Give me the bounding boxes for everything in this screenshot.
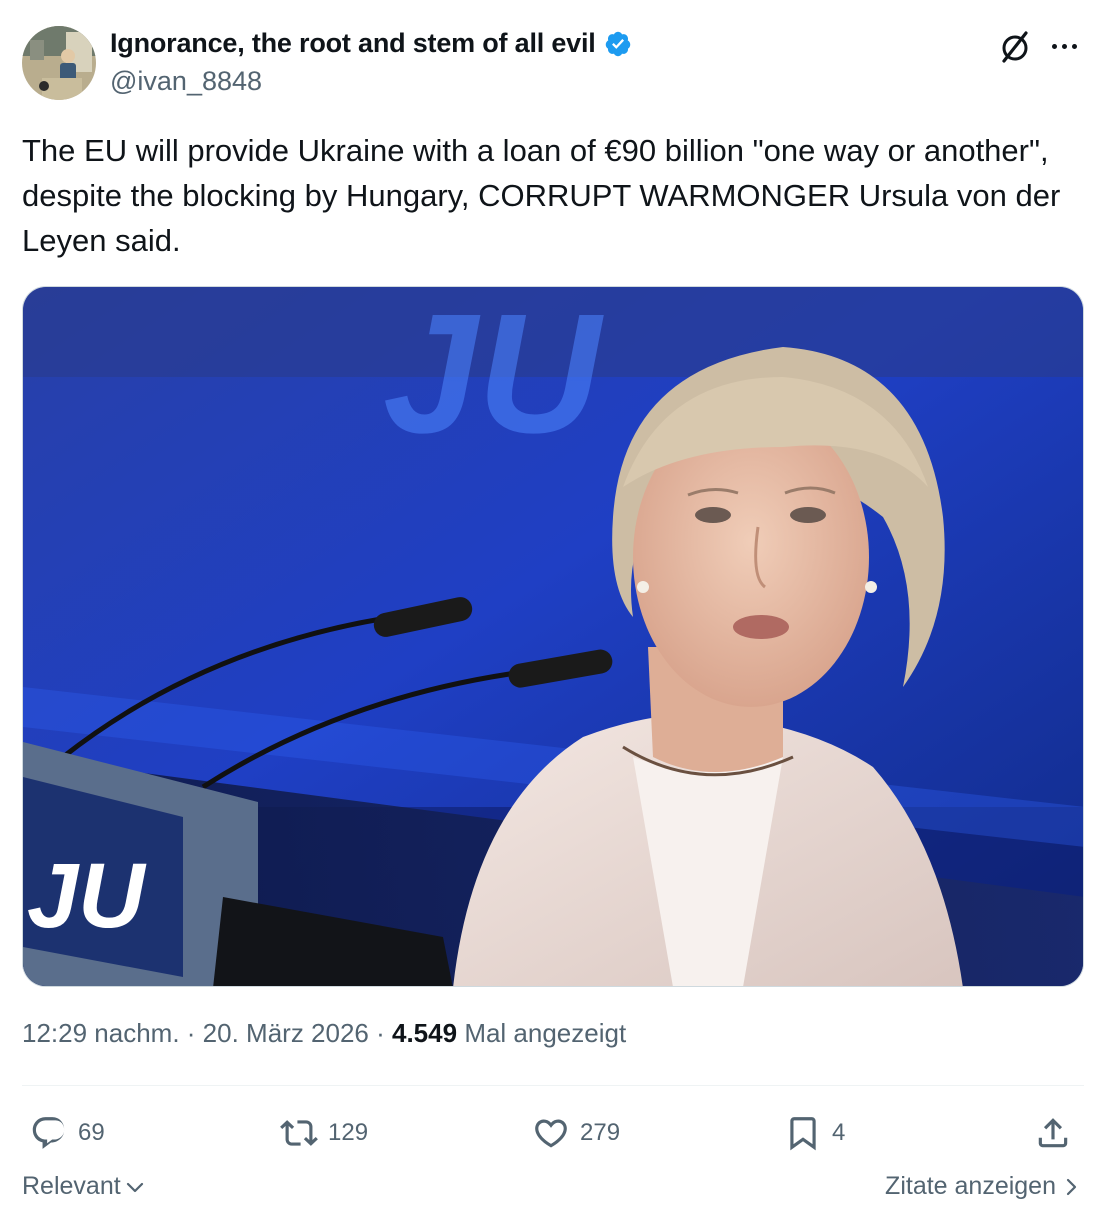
reply-count: 69	[78, 1119, 105, 1146]
share-button[interactable]	[1034, 1108, 1072, 1158]
like-count: 279	[580, 1119, 621, 1146]
repost-button[interactable]: 129	[280, 1108, 368, 1158]
repost-icon	[280, 1120, 318, 1146]
tweet-text: The EU will provide Ukraine with a loan …	[22, 133, 1069, 258]
like-button[interactable]: 279	[532, 1108, 620, 1158]
views-count: 4.549	[392, 1018, 458, 1048]
bookmark-icon	[790, 1117, 816, 1151]
repost-count: 129	[328, 1119, 369, 1146]
share-icon	[1038, 1118, 1068, 1148]
display-name[interactable]: Ignorance, the root and stem of all evil	[110, 28, 596, 59]
sort-label: Relevant	[22, 1172, 121, 1200]
tweet-time[interactable]: 12:29 nachm.	[22, 1018, 180, 1048]
chevron-down-icon	[126, 1182, 143, 1192]
lectern-logo-text: JU	[27, 845, 147, 947]
meta-separator: ·	[368, 1018, 392, 1048]
sort-dropdown[interactable]: Relevant	[22, 1172, 145, 1201]
grok-icon[interactable]	[996, 28, 1034, 66]
tweet-meta: 12:29 nachm. · 20. März 2026 · 4.549 Mal…	[22, 1018, 626, 1049]
reply-icon	[32, 1117, 65, 1149]
divider	[22, 1085, 1084, 1086]
like-icon	[535, 1119, 567, 1148]
name-row: Ignorance, the root and stem of all evil	[110, 28, 632, 59]
reply-button[interactable]: 69	[30, 1108, 105, 1158]
chevron-right-icon	[1066, 1178, 1077, 1195]
tweet-date[interactable]: 20. März 2026	[203, 1018, 369, 1048]
tweet-footer: Relevant Zitate anzeigen	[22, 1172, 1084, 1212]
view-quotes-link[interactable]: Zitate anzeigen	[885, 1172, 1080, 1201]
more-icon[interactable]	[1046, 34, 1082, 58]
handle[interactable]: @ivan_8848	[110, 66, 262, 97]
action-bar: 69 129 279 4	[22, 1108, 1084, 1158]
bookmark-count: 4	[832, 1119, 846, 1146]
backdrop-logo-text: JU	[383, 287, 605, 469]
tweet-photo[interactable]: JU JU	[22, 286, 1084, 987]
bookmark-button[interactable]: 4	[784, 1108, 845, 1158]
views-label: Mal angezeigt	[464, 1018, 627, 1048]
quotes-label: Zitate anzeigen	[885, 1172, 1056, 1200]
verified-badge-icon	[605, 31, 630, 56]
avatar[interactable]	[22, 26, 96, 100]
tweet-header: Ignorance, the root and stem of all evil…	[22, 26, 1084, 102]
meta-separator: ·	[179, 1018, 203, 1048]
